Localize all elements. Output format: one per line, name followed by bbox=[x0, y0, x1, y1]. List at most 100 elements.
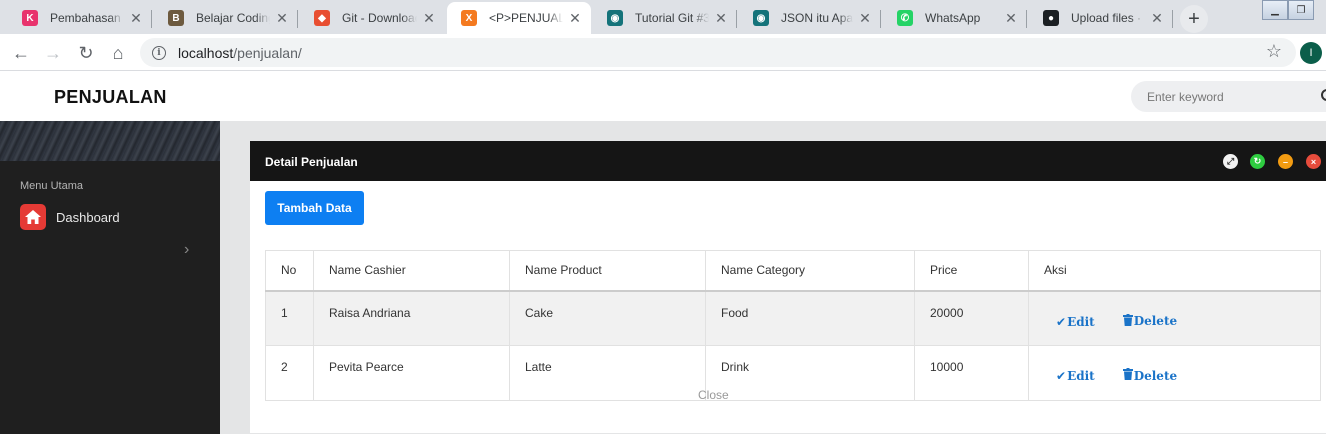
sidebar-item-label: Dashboard bbox=[56, 209, 120, 225]
cell-category: Food bbox=[705, 290, 915, 346]
browser-tabstrip: K Pembahasan Sc ✕ B Belajar Coding ✕ ◆ Git - Do… bbox=[0, 0, 1326, 34]
fullscreen-icon[interactable]: ⤢ bbox=[1223, 154, 1238, 169]
tab-close-icon[interactable]: ✕ bbox=[421, 10, 437, 27]
sidebar: Menu Utama Dashboard › bbox=[0, 121, 220, 434]
tab-close-icon[interactable]: ✕ bbox=[1149, 10, 1165, 27]
minimize-icon[interactable]: ▁ bbox=[1262, 0, 1288, 20]
maximize-icon[interactable]: ❐ bbox=[1288, 0, 1314, 20]
cell-cashier: Raisa Andriana bbox=[313, 290, 510, 346]
home-icon bbox=[20, 204, 46, 230]
close-panel-icon[interactable]: × bbox=[1306, 154, 1321, 169]
table-row: 1 Raisa Andriana Cake Food 20000 ✔ Edit De… bbox=[265, 290, 1321, 346]
tab-close-icon[interactable]: ✕ bbox=[128, 10, 144, 27]
tab-close-icon[interactable]: ✕ bbox=[713, 10, 729, 27]
cell-cashier: Pevita Pearce bbox=[313, 345, 510, 401]
refresh-icon[interactable]: ↻ bbox=[1250, 154, 1265, 169]
delete-button[interactable]: Delete bbox=[1122, 313, 1178, 329]
browser-tab[interactable]: ✆ WhatsApp ✕ bbox=[883, 2, 1027, 34]
search-box[interactable] bbox=[1131, 81, 1326, 112]
sidebar-item-dashboard[interactable]: Dashboard bbox=[20, 204, 120, 230]
url-text: localhost/penjualan/ bbox=[178, 45, 302, 61]
search-icon[interactable] bbox=[1321, 89, 1326, 101]
browser-tab[interactable]: K Pembahasan Sc ✕ bbox=[8, 2, 152, 34]
column-header: Price bbox=[914, 250, 1029, 292]
github-icon: ● bbox=[1043, 10, 1059, 26]
column-header: Name Product bbox=[509, 250, 706, 292]
address-bar[interactable]: i localhost/penjualan/ ☆ bbox=[140, 38, 1296, 67]
tab-title: <P>PENJUALAN bbox=[489, 11, 563, 25]
browser-toolbar: ← → ↻ ⌂ i localhost/penjualan/ ☆ I bbox=[0, 34, 1326, 71]
tab-title: Git - Download bbox=[342, 11, 417, 25]
delete-label: Delete bbox=[1133, 368, 1178, 383]
minimize-panel-icon[interactable]: – bbox=[1278, 154, 1293, 169]
search-input[interactable] bbox=[1147, 89, 1312, 104]
tab-separator bbox=[1026, 10, 1027, 28]
profile-avatar[interactable]: I bbox=[1300, 42, 1322, 64]
tab-title: Pembahasan Sc bbox=[50, 11, 124, 25]
tab-separator bbox=[151, 10, 152, 28]
kotlin-icon: K bbox=[22, 10, 38, 26]
petanikode-icon: ◉ bbox=[753, 10, 769, 26]
book-icon: B bbox=[168, 10, 184, 26]
edit-button[interactable]: ✔ Edit bbox=[1056, 369, 1095, 383]
browser-tab[interactable]: ◆ Git - Download ✕ bbox=[300, 2, 445, 34]
cell-actions: ✔ Edit Delete bbox=[1028, 345, 1321, 401]
cell-product: Latte bbox=[509, 345, 706, 401]
back-icon[interactable]: ← bbox=[8, 40, 34, 66]
add-data-button[interactable]: Tambah Data bbox=[265, 191, 364, 225]
column-header: No bbox=[265, 250, 314, 292]
detail-card: Detail Penjualan ⤢ ↻ – × Tambah Data No … bbox=[250, 141, 1326, 433]
edit-button[interactable]: ✔ Edit bbox=[1056, 315, 1095, 329]
brand-title: PENJUALAN bbox=[54, 87, 167, 107]
tab-title: Tutorial Git #3 bbox=[635, 11, 709, 25]
table-header-row: No Name Cashier Name Product Name Catego… bbox=[265, 250, 1321, 292]
edit-label: Edit bbox=[1067, 369, 1095, 383]
new-tab-button[interactable]: + bbox=[1180, 5, 1208, 33]
browser-tab[interactable]: X <P>PENJUALAN ✕ bbox=[447, 2, 591, 34]
tab-separator bbox=[736, 10, 737, 28]
cell-actions: ✔ Edit Delete bbox=[1028, 290, 1321, 346]
bookmark-star-icon[interactable]: ☆ bbox=[1266, 41, 1282, 62]
chevron-right-icon[interactable]: › bbox=[184, 241, 189, 259]
column-header: Aksi bbox=[1028, 250, 1321, 292]
tab-close-icon[interactable]: ✕ bbox=[1003, 10, 1019, 27]
browser-tab[interactable]: ◉ Tutorial Git #3 ✕ bbox=[593, 2, 737, 34]
cell-no: 2 bbox=[265, 345, 314, 401]
home-icon[interactable]: ⌂ bbox=[105, 40, 131, 66]
browser-tab[interactable]: ● Upload files · n ✕ bbox=[1029, 2, 1173, 34]
petanikode-icon: ◉ bbox=[607, 10, 623, 26]
cell-price: 20000 bbox=[914, 290, 1029, 346]
trash-icon bbox=[1122, 313, 1133, 329]
sidebar-menu-title: Menu Utama bbox=[20, 180, 83, 192]
column-header: Name Cashier bbox=[313, 250, 510, 292]
url-host: localhost bbox=[178, 44, 234, 61]
forward-icon[interactable]: → bbox=[40, 40, 66, 66]
tab-separator bbox=[1172, 10, 1173, 28]
cell-no: 1 bbox=[265, 290, 314, 346]
cell-category: Drink bbox=[705, 345, 915, 401]
check-icon: ✔ bbox=[1056, 369, 1067, 383]
column-header: Name Category bbox=[705, 250, 915, 292]
table-row: 2 Pevita Pearce Latte Drink 10000 ✔ Edit D… bbox=[265, 345, 1321, 401]
browser-tab[interactable]: B Belajar Coding ✕ bbox=[154, 2, 298, 34]
tab-title: JSON itu Apa S bbox=[781, 11, 853, 25]
trash-icon bbox=[1122, 368, 1133, 383]
delete-label: Delete bbox=[1133, 314, 1178, 328]
tab-separator bbox=[880, 10, 881, 28]
card-header: Detail Penjualan ⤢ ↻ – × bbox=[250, 141, 1326, 181]
tab-close-icon[interactable]: ✕ bbox=[567, 10, 583, 27]
tab-title: WhatsApp bbox=[925, 11, 981, 25]
edit-label: Edit bbox=[1067, 314, 1095, 329]
close-link[interactable]: Close bbox=[698, 388, 729, 402]
tab-separator bbox=[297, 10, 298, 28]
check-icon: ✔ bbox=[1056, 314, 1067, 329]
delete-button[interactable]: Delete bbox=[1122, 368, 1178, 383]
site-info-icon[interactable]: i bbox=[152, 45, 166, 60]
browser-tab[interactable]: ◉ JSON itu Apa S ✕ bbox=[739, 2, 881, 34]
tab-close-icon[interactable]: ✕ bbox=[857, 10, 873, 27]
url-path: /penjualan/ bbox=[233, 44, 302, 61]
reload-icon[interactable]: ↻ bbox=[73, 40, 99, 66]
tab-title: Upload files · n bbox=[1071, 11, 1145, 25]
tab-close-icon[interactable]: ✕ bbox=[274, 10, 290, 27]
git-icon: ◆ bbox=[314, 10, 330, 26]
